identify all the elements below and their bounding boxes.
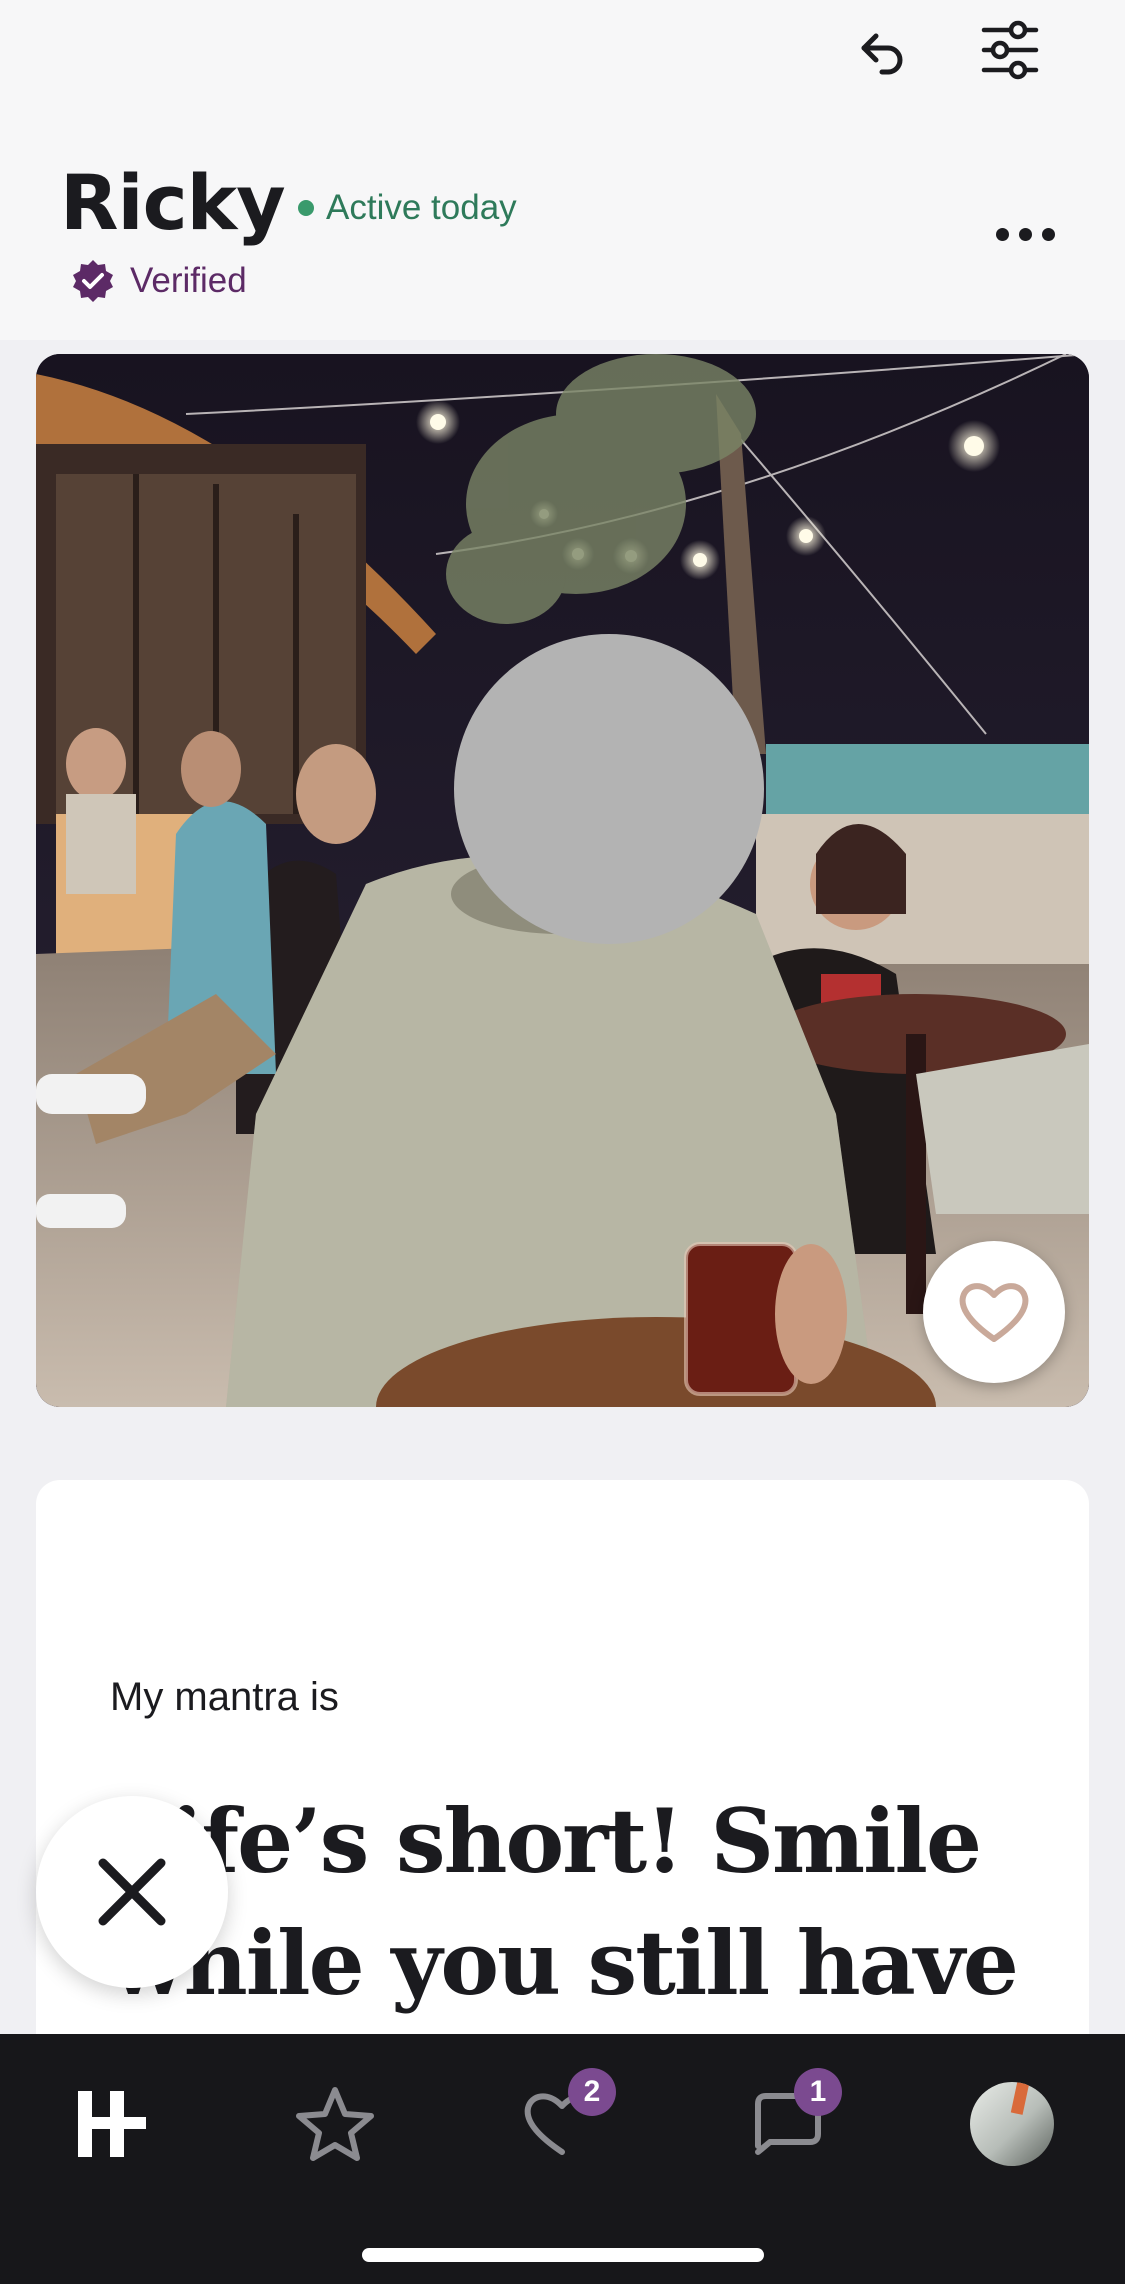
bottom-tab-bar: 2 1 [0, 2034, 1125, 2284]
tab-home[interactable] [50, 2064, 170, 2184]
active-status-label: Active today [326, 188, 517, 227]
profile-photo[interactable] [36, 354, 1089, 1407]
tab-standouts[interactable] [275, 2064, 395, 2184]
filters-icon[interactable] [970, 10, 1050, 90]
avatar [970, 2082, 1054, 2166]
more-options-icon[interactable] [986, 218, 1065, 251]
star-icon [296, 2087, 374, 2161]
profile-name: Ricky [60, 158, 286, 247]
likes-badge: 2 [568, 2068, 616, 2116]
home-indicator [362, 2248, 764, 2262]
like-photo-button[interactable] [923, 1241, 1065, 1383]
dismiss-button[interactable] [36, 1796, 228, 1988]
verified-label: Verified [130, 261, 247, 300]
close-icon [98, 1858, 166, 1926]
top-bar [0, 0, 1125, 140]
prompt-answer: Life’s short! Smile while you still have [110, 1789, 1019, 2015]
tab-profile[interactable] [952, 2064, 1072, 2184]
active-dot-icon [298, 200, 314, 216]
tab-matches[interactable]: 1 [728, 2064, 848, 2184]
active-status: Active today [298, 188, 517, 228]
verified-icon [73, 260, 113, 302]
heart-icon [959, 1283, 1029, 1342]
hinge-logo-icon [78, 2091, 146, 2157]
verified-badge[interactable]: Verified [70, 258, 247, 304]
photo-image [36, 354, 1089, 1407]
profile-header: Ricky Active today Verified [0, 140, 1125, 340]
matches-badge: 1 [794, 2068, 842, 2116]
tab-likes-you[interactable]: 2 [502, 2064, 622, 2184]
prompt-question: My mantra is [110, 1675, 339, 1719]
undo-icon[interactable] [842, 10, 922, 90]
